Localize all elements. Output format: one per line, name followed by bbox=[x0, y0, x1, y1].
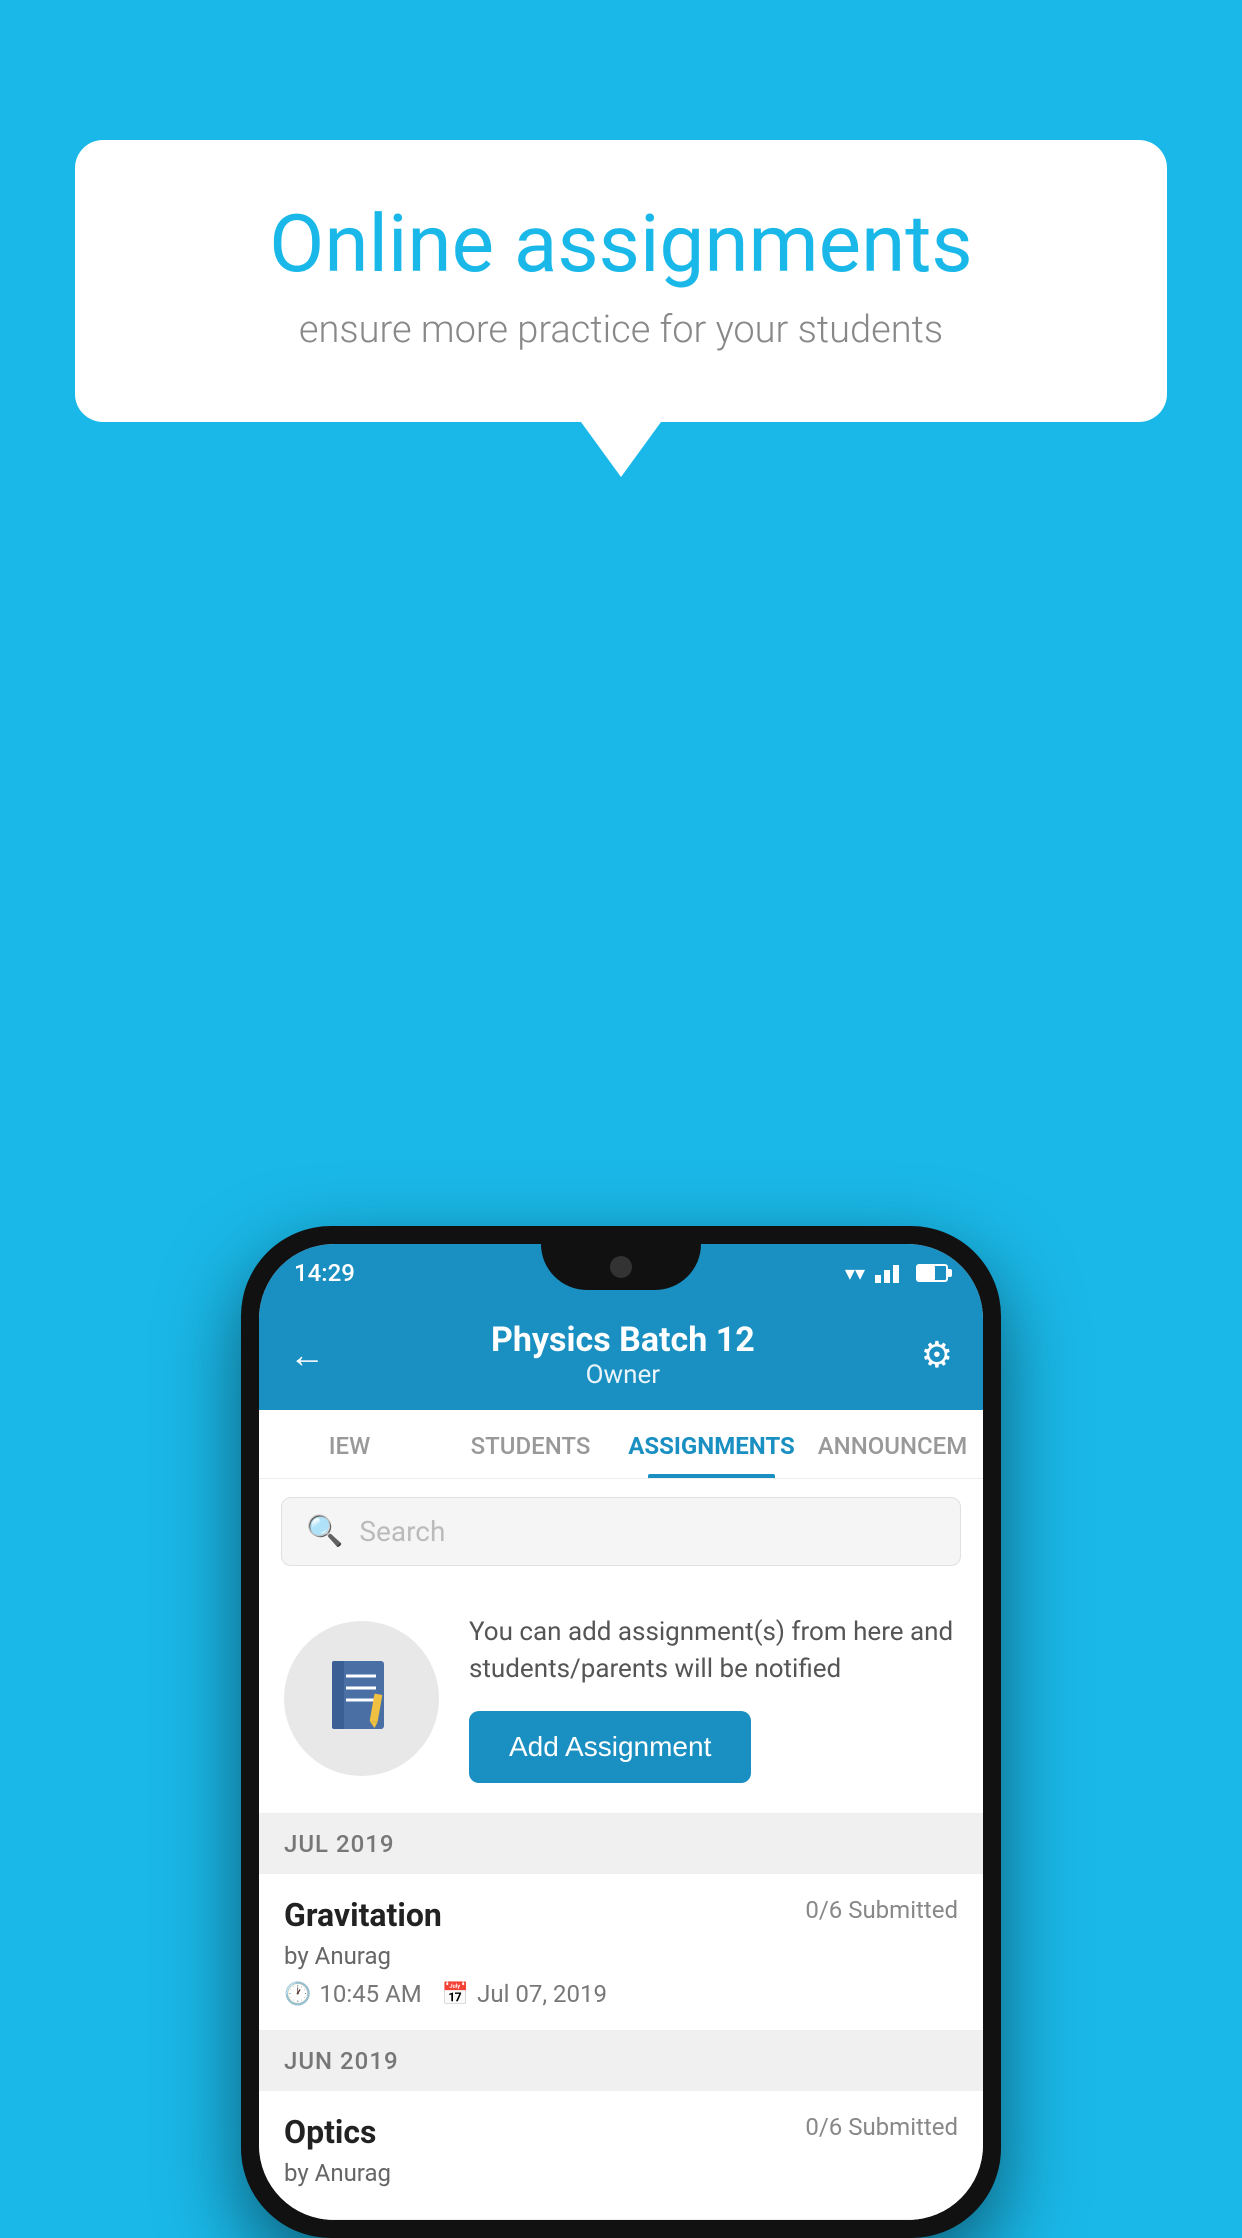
wifi-icon: ▾▾ bbox=[845, 1261, 865, 1285]
tab-iew[interactable]: IEW bbox=[259, 1410, 440, 1478]
status-icons: ▾▾ bbox=[845, 1261, 948, 1285]
assignment-meta: 🕐 10:45 AM 📅 Jul 07, 2019 bbox=[284, 1980, 958, 2008]
header-title: Physics Batch 12 bbox=[491, 1320, 755, 1360]
assignment-icon-circle bbox=[284, 1621, 439, 1776]
phone-device: 14:29 ▾▾ ← Physics Batch bbox=[241, 1226, 1001, 2238]
header-center: Physics Batch 12 Owner bbox=[491, 1320, 755, 1390]
assignment-author-optics: by Anurag bbox=[284, 2159, 958, 2187]
front-camera bbox=[610, 1256, 632, 1278]
add-assignment-description: You can add assignment(s) from here and … bbox=[469, 1614, 958, 1689]
speech-bubble-container: Online assignments ensure more practice … bbox=[75, 140, 1167, 477]
assignment-header: Gravitation 0/6 Submitted bbox=[284, 1896, 958, 1934]
battery-icon bbox=[916, 1264, 948, 1282]
section-header-jun: JUN 2019 bbox=[259, 2031, 983, 2091]
add-assignment-button[interactable]: Add Assignment bbox=[469, 1711, 751, 1783]
tab-students[interactable]: STUDENTS bbox=[440, 1410, 621, 1478]
assignment-author: by Anurag bbox=[284, 1942, 958, 1970]
assignment-submitted-optics: 0/6 Submitted bbox=[805, 2113, 958, 2141]
speech-bubble-subtitle: ensure more practice for your students bbox=[155, 308, 1087, 352]
app-header: ← Physics Batch 12 Owner ⚙ bbox=[259, 1302, 983, 1410]
add-assignment-section: You can add assignment(s) from here and … bbox=[259, 1584, 983, 1814]
add-assignment-content: You can add assignment(s) from here and … bbox=[469, 1614, 958, 1783]
assignment-header-optics: Optics 0/6 Submitted bbox=[284, 2113, 958, 2151]
tab-assignments[interactable]: ASSIGNMENTS bbox=[621, 1410, 802, 1478]
assignment-item-optics[interactable]: Optics 0/6 Submitted by Anurag bbox=[259, 2091, 983, 2220]
header-subtitle: Owner bbox=[491, 1360, 755, 1390]
speech-bubble: Online assignments ensure more practice … bbox=[75, 140, 1167, 422]
status-bar: 14:29 ▾▾ bbox=[259, 1244, 983, 1302]
search-container: 🔍 Search bbox=[259, 1479, 983, 1584]
signal-icon bbox=[875, 1263, 903, 1283]
search-icon: 🔍 bbox=[306, 1514, 343, 1549]
status-time: 14:29 bbox=[294, 1259, 355, 1287]
notebook-icon bbox=[324, 1656, 399, 1741]
speech-bubble-title: Online assignments bbox=[155, 200, 1087, 288]
assignment-title: Gravitation bbox=[284, 1896, 442, 1934]
assignment-time: 🕐 10:45 AM bbox=[284, 1980, 422, 2008]
notch-cutout bbox=[541, 1244, 701, 1290]
assignment-title-optics: Optics bbox=[284, 2113, 376, 2151]
tab-announcements[interactable]: ANNOUNCEM bbox=[802, 1410, 983, 1478]
assignment-submitted: 0/6 Submitted bbox=[805, 1896, 958, 1924]
phone-screen: 14:29 ▾▾ ← Physics Batch bbox=[259, 1244, 983, 2220]
settings-icon[interactable]: ⚙ bbox=[921, 1334, 953, 1376]
calendar-icon: 📅 bbox=[442, 1982, 469, 2007]
section-header-jul: JUL 2019 bbox=[259, 1814, 983, 1874]
phone-wrapper: 14:29 ▾▾ ← Physics Batch bbox=[241, 1226, 1001, 2238]
back-button[interactable]: ← bbox=[289, 1334, 325, 1376]
assignment-date: 📅 Jul 07, 2019 bbox=[442, 1980, 607, 2008]
search-placeholder: Search bbox=[359, 1515, 445, 1548]
clock-icon: 🕐 bbox=[284, 1982, 311, 2007]
speech-bubble-arrow bbox=[581, 422, 661, 477]
tabs-container: IEW STUDENTS ASSIGNMENTS ANNOUNCEM bbox=[259, 1410, 983, 1479]
search-bar[interactable]: 🔍 Search bbox=[281, 1497, 961, 1566]
assignment-item-gravitation[interactable]: Gravitation 0/6 Submitted by Anurag 🕐 10… bbox=[259, 1874, 983, 2031]
